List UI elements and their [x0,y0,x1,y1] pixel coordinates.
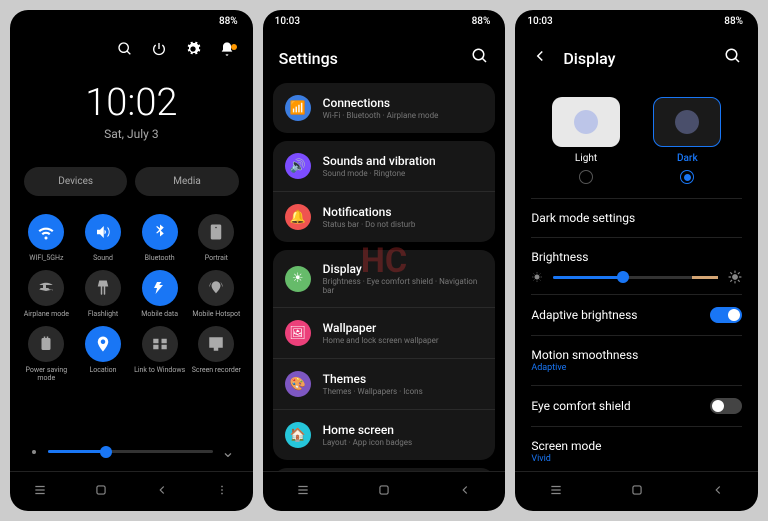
brightness-label: Brightness [515,238,758,268]
recents-button[interactable] [548,482,564,501]
theme-light[interactable]: Light [552,97,620,184]
brightness-low-icon [531,271,543,283]
brightness-slider[interactable]: ⌄ [10,432,253,471]
nav-bar [263,471,506,511]
settings-display[interactable]: ☀DisplayBrightness · Eye comfort shield … [273,250,496,307]
dark-mode-settings[interactable]: Dark mode settings [515,199,758,237]
battery-text: 88% [472,16,491,27]
battery-text: 88% [724,16,743,27]
search-icon[interactable] [724,47,742,69]
theme-preview: Light Dark [515,83,758,198]
qs-sound[interactable]: Sound [77,214,130,262]
qs-mobile-hotspot[interactable]: Mobile Hotspot [190,270,243,318]
back-button[interactable] [710,482,726,501]
status-time: 10:03 [527,16,552,27]
status-time: 10:03 [275,16,300,27]
settings-wallpaper[interactable]: 🖼WallpaperHome and lock screen wallpaper [273,307,496,358]
status-bar: 10:03 88% [515,10,758,33]
status-bar: 88% [10,10,253,33]
settings-notifications[interactable]: 🔔NotificationsStatus bar · Do not distur… [273,191,496,242]
home-button[interactable] [629,482,645,501]
brightness-slider[interactable] [515,268,758,294]
settings-themes[interactable]: 🎨ThemesThemes · Wallpapers · Icons [273,358,496,409]
qs-link-to-windows[interactable]: Link to Windows [133,326,186,382]
settings-list: 📶ConnectionsWi-Fi · Bluetooth · Airplane… [263,83,506,471]
display-screen: 10:03 88% Display Light Dark Dark mode [515,10,758,511]
qs-location[interactable]: Location [77,326,130,382]
qs-wifi--ghz[interactable]: WIFI_5GHz [20,214,73,262]
search-icon[interactable] [117,41,133,61]
power-icon[interactable] [151,41,167,61]
toggle-off[interactable] [710,398,742,414]
home-button[interactable] [93,482,109,501]
eye-comfort[interactable]: Eye comfort shield [515,386,758,426]
page-title: Display [563,49,615,68]
devices-button[interactable]: Devices [24,167,127,196]
back-button[interactable] [457,482,473,501]
quick-panel: 88% 10:02 Sat, July 3 Devices Media WIFI… [10,10,253,511]
clock: 10:02 Sat, July 3 [10,81,253,141]
settings-home-screen[interactable]: 🏠Home screenLayout · App icon badges [273,409,496,460]
qs-screen-recorder[interactable]: Screen recorder [190,326,243,382]
battery-text: 88% [219,16,238,27]
chevron-down-icon[interactable]: ⌄ [221,442,234,461]
back-icon[interactable] [531,47,549,69]
quick-settings-grid: WIFI_5GHzSoundBluetoothPortrait Airplane … [10,208,253,388]
brightness-high-icon [728,270,742,284]
recents-button[interactable] [295,482,311,501]
qs-flashlight[interactable]: Flashlight [77,270,130,318]
motion-smoothness[interactable]: Motion smoothnessAdaptive [515,336,758,385]
settings-header: Settings [263,33,506,83]
qs-bluetooth[interactable]: Bluetooth [133,214,186,262]
more-button[interactable] [214,482,230,501]
adaptive-brightness[interactable]: Adaptive brightness [515,295,758,335]
toggle-on[interactable] [710,307,742,323]
qs-portrait[interactable]: Portrait [190,214,243,262]
notifications-icon[interactable] [219,41,235,61]
display-header: Display [515,33,758,83]
page-title: Settings [279,49,338,68]
brightness-low-icon [28,446,40,458]
settings-connections[interactable]: 📶ConnectionsWi-Fi · Bluetooth · Airplane… [273,83,496,133]
settings-screen: HC 10:03 88% Settings 📶ConnectionsWi-Fi … [263,10,506,511]
nav-bar [515,471,758,511]
screen-mode[interactable]: Screen modeVivid [515,427,758,471]
qs-airplane-mode[interactable]: Airplane mode [20,270,73,318]
settings-sounds-and-vibration[interactable]: 🔊Sounds and vibrationSound mode · Ringto… [273,141,496,191]
home-button[interactable] [376,482,392,501]
gear-icon[interactable] [185,41,201,61]
status-bar: 10:03 88% [263,10,506,33]
qs-power-saving-mode[interactable]: Power saving mode [20,326,73,382]
theme-dark[interactable]: Dark [653,97,721,184]
panel-top-icons [10,33,253,69]
qs-mobile-data[interactable]: Mobile data [133,270,186,318]
recents-button[interactable] [32,482,48,501]
nav-bar [10,471,253,511]
back-button[interactable] [154,482,170,501]
clock-date: Sat, July 3 [10,127,253,141]
clock-time: 10:02 [10,81,253,125]
search-icon[interactable] [471,47,489,69]
media-button[interactable]: Media [135,167,238,196]
display-content: Light Dark Dark mode settings Brightness… [515,83,758,471]
